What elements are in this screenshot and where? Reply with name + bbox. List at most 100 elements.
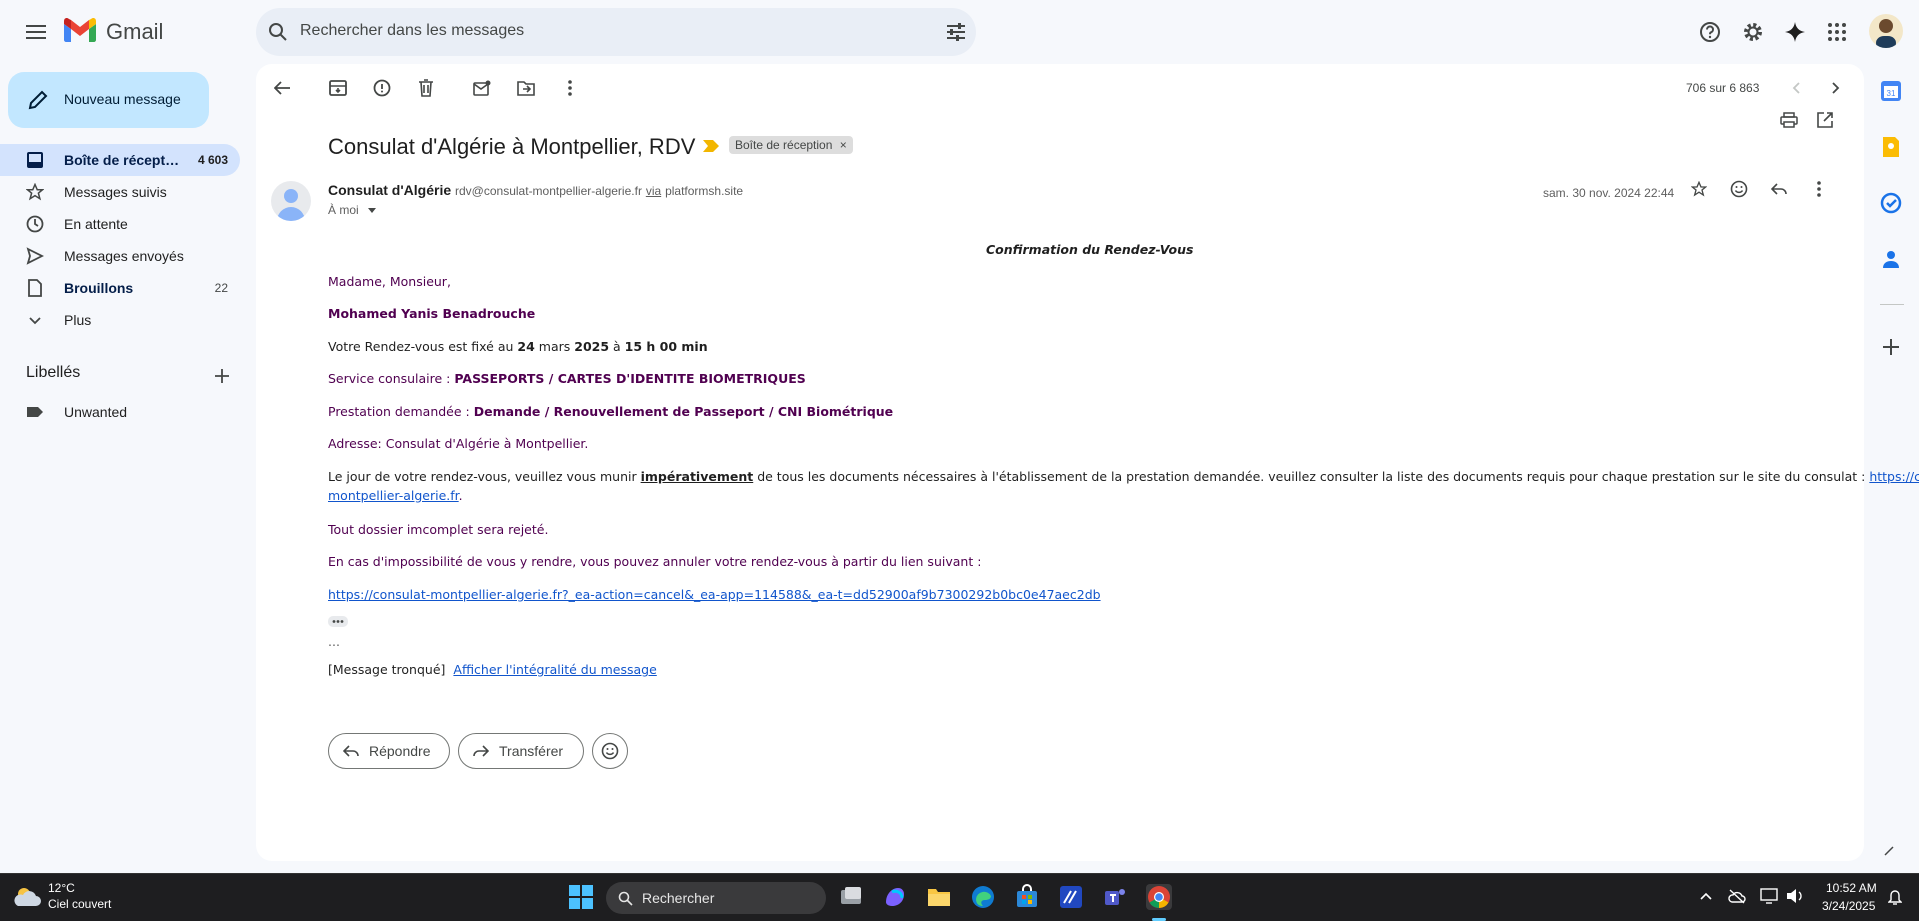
windows-start-icon[interactable]	[568, 884, 594, 910]
taskbar-search-label: Rechercher	[642, 890, 715, 906]
search-options-icon[interactable]	[946, 22, 966, 42]
tasks-icon[interactable]	[1880, 192, 1904, 216]
sidebar-item-inbox[interactable]: Boîte de récept… 4 603	[0, 144, 240, 176]
mark-unread-icon[interactable]	[462, 68, 502, 108]
windows-taskbar: 12°C Ciel couvert Rechercher 10:52 AM 3/…	[0, 873, 1919, 921]
service-line: Service consulaire : PASSEPORTS / CARTES…	[328, 371, 806, 386]
microsoft-store-icon[interactable]	[1014, 884, 1040, 910]
open-new-window-icon[interactable]	[1807, 102, 1843, 138]
file-explorer-icon[interactable]	[926, 884, 952, 910]
reply-button[interactable]: Répondre	[328, 733, 450, 769]
archive-icon[interactable]	[318, 68, 358, 108]
address-line: Adresse: Consulat d'Algérie à Montpellie…	[328, 436, 589, 451]
contacts-icon[interactable]	[1880, 248, 1904, 272]
sidebar-item-label: Messages suivis	[64, 184, 167, 200]
collapse-panel-icon[interactable]	[1884, 846, 1894, 856]
consulate-site-link[interactable]: https://consulat-	[1869, 469, 1919, 484]
search-icon	[618, 891, 633, 906]
add-addon-icon[interactable]	[1880, 336, 1904, 360]
truncated-notice: [Message tronqué]	[328, 662, 446, 677]
show-trimmed-content-icon[interactable]	[328, 616, 348, 627]
forward-label: Transférer	[499, 743, 564, 759]
search-input[interactable]: Rechercher dans les messages	[300, 22, 524, 40]
copilot-icon[interactable]	[882, 884, 908, 910]
keep-notes-icon[interactable]	[1880, 136, 1904, 160]
reply-icon[interactable]	[1762, 172, 1796, 206]
documents-line-2: montpellier-algerie.fr.	[328, 488, 463, 503]
clock-time[interactable]: 10:52 AM	[1826, 881, 1877, 895]
message-more-icon[interactable]	[1802, 172, 1836, 206]
calendar-icon[interactable]: 31	[1880, 80, 1904, 104]
tray-chevron-up-icon[interactable]	[1700, 892, 1712, 900]
sidebar-item-label: Messages envoyés	[64, 248, 184, 264]
appointment-line: Votre Rendez-vous est fixé au 24 mars 20…	[328, 339, 708, 354]
account-avatar[interactable]	[1869, 14, 1903, 48]
email-date: sam. 30 nov. 2024 22:44	[1543, 186, 1675, 200]
chrome-icon[interactable]	[1146, 884, 1172, 910]
label-item-unwanted[interactable]: Unwanted	[0, 396, 240, 428]
emoji-react-button[interactable]	[592, 733, 628, 769]
report-spam-icon[interactable]	[362, 68, 402, 108]
weather-cloud-icon[interactable]	[12, 884, 42, 910]
main-menu-icon[interactable]	[16, 12, 56, 52]
more-options-icon[interactable]	[550, 68, 590, 108]
sidebar-item-label: Brouillons	[64, 280, 134, 296]
task-view-icon[interactable]	[838, 884, 864, 910]
forward-icon	[473, 745, 489, 757]
taskbar-search[interactable]: Rechercher	[606, 882, 826, 914]
draft-icon	[28, 279, 42, 297]
search-bar[interactable]: Rechercher dans les messages	[256, 8, 976, 56]
app-icon[interactable]	[1058, 884, 1084, 910]
help-icon[interactable]	[1690, 12, 1730, 52]
caret-down-icon	[368, 208, 377, 214]
network-icon[interactable]	[1760, 888, 1778, 904]
pencil-icon	[28, 90, 48, 110]
body-name: Mohamed Yanis Benadrouche	[328, 306, 536, 321]
sender-line: Consulat d'Algérie rdv@consulat-montpell…	[328, 182, 743, 198]
print-icon[interactable]	[1771, 102, 1807, 138]
svg-text:31: 31	[1887, 89, 1896, 98]
edge-browser-icon[interactable]	[970, 884, 996, 910]
sidebar-item-drafts[interactable]: Brouillons 22	[0, 272, 240, 304]
notification-bell-icon[interactable]	[1888, 890, 1902, 906]
recipient-dropdown[interactable]: À moi	[328, 203, 377, 217]
emoji-icon	[601, 742, 619, 760]
show-full-message-link[interactable]: Afficher l'intégralité du message	[453, 662, 656, 677]
compose-button[interactable]: Nouveau message	[8, 72, 209, 128]
teams-icon[interactable]	[1102, 884, 1128, 910]
weather-temp: 12°C	[48, 881, 75, 895]
move-to-icon[interactable]	[506, 68, 546, 108]
prestation-value: Demande / Renouvellement de Passeport / …	[473, 404, 894, 419]
previous-chevron-icon[interactable]	[1776, 68, 1816, 108]
appt-month: mars	[534, 339, 575, 354]
star-icon[interactable]	[1682, 172, 1716, 206]
add-label-icon[interactable]	[206, 360, 238, 392]
docs-text-pre: Le jour de votre rendez-vous, veuillez v…	[328, 469, 641, 484]
cancel-appointment-link[interactable]: https://consulat-montpellier-algerie.fr?…	[328, 587, 1101, 602]
clock-icon	[26, 215, 44, 233]
emoji-reaction-icon[interactable]	[1722, 172, 1756, 206]
gmail-logo[interactable]: Gmail	[64, 18, 164, 46]
cloud-offline-icon[interactable]	[1728, 888, 1746, 904]
apps-grid-icon[interactable]	[1817, 12, 1857, 52]
back-arrow-icon[interactable]	[262, 68, 302, 108]
clock-date[interactable]: 3/24/2025	[1822, 899, 1875, 913]
sender-avatar[interactable]	[271, 181, 311, 221]
sidebar-item-label: Boîte de récept…	[64, 152, 180, 168]
sender-name[interactable]: Consulat d'Algérie	[328, 182, 451, 198]
inbox-label-chip[interactable]: Boîte de réception ×	[729, 136, 853, 154]
gemini-sparkle-icon[interactable]	[1775, 12, 1815, 52]
remove-label-icon[interactable]: ×	[840, 138, 847, 152]
consulate-site-link-cont[interactable]: montpellier-algerie.fr	[328, 488, 459, 503]
rail-divider	[1880, 304, 1904, 305]
sidebar-item-more[interactable]: Plus	[0, 304, 240, 336]
importance-marker-icon[interactable]	[703, 140, 719, 152]
sidebar-item-sent[interactable]: Messages envoyés	[0, 240, 240, 272]
sidebar-item-starred[interactable]: Messages suivis	[0, 176, 240, 208]
volume-icon[interactable]	[1786, 888, 1804, 904]
delete-icon[interactable]	[406, 68, 446, 108]
forward-button[interactable]: Transférer	[458, 733, 584, 769]
search-icon[interactable]	[268, 22, 288, 42]
settings-gear-icon[interactable]	[1733, 12, 1773, 52]
sidebar-item-snoozed[interactable]: En attente	[0, 208, 240, 240]
